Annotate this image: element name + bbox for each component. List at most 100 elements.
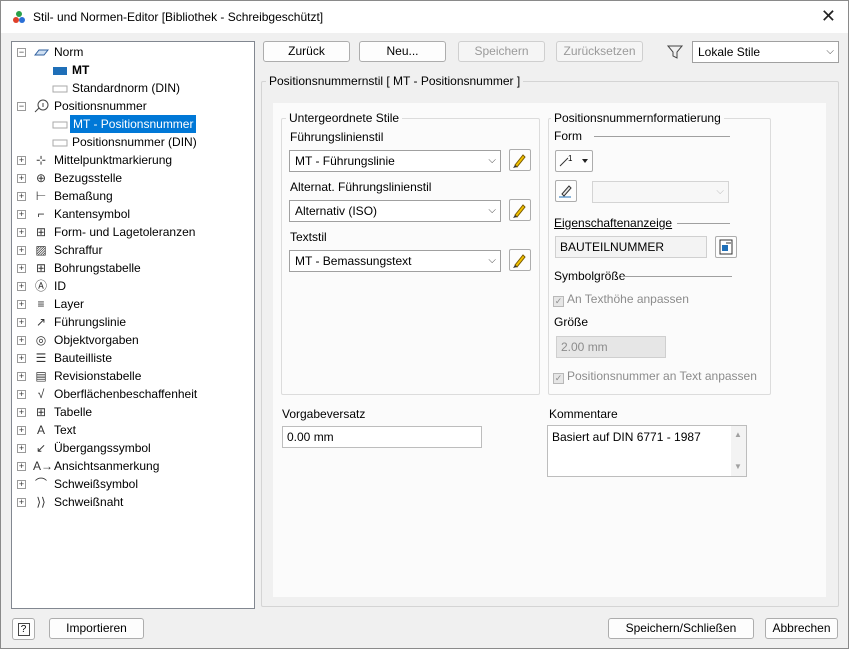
expand-icon[interactable]: + [17,264,26,273]
shape-option-select[interactable]: ⌵ [592,181,729,203]
edit-shape-button[interactable] [555,180,577,202]
expand-icon[interactable]: + [17,174,26,183]
tree-item-positionsnummer[interactable]: Positionsnummer [54,97,147,115]
tree-item[interactable]: Führungslinie [54,313,126,331]
svg-text:1: 1 [568,154,573,163]
tree-item[interactable]: Schraffur [54,241,102,259]
tree-item[interactable]: Mittelpunktmarkierung [54,151,172,169]
tree-item[interactable]: Oberflächenbeschaffenheit [54,385,197,403]
hole-table-icon: ⊞ [35,261,47,275]
comments-value: Basiert auf DIN 6771 - 1987 [552,430,701,444]
reset-button[interactable]: Zurücksetzen [556,41,643,62]
expand-icon[interactable]: + [17,390,26,399]
expand-icon[interactable]: + [17,282,26,291]
fit-to-text-checkbox[interactable]: ✓ Positionsnummer an Text anpassen [553,369,757,384]
offset-field[interactable]: 0.00 mm [282,426,482,448]
help-button[interactable]: ? [12,618,35,640]
filter-value: Lokale Stile [698,45,761,59]
tree-item[interactable]: Tabelle [54,403,92,421]
back-button[interactable]: Zurück [263,41,350,62]
expand-icon[interactable]: + [17,228,26,237]
tree-item[interactable]: Bezugsstelle [54,169,122,187]
tree-item[interactable]: Ansichtsanmerkung [54,457,159,475]
new-button[interactable]: Neu... [359,41,446,62]
close-icon[interactable]: ✕ [821,6,836,27]
property-picker-icon [719,239,733,255]
expand-icon[interactable]: + [17,462,26,471]
tree-item[interactable]: Revisionstabelle [54,367,141,385]
alt-leader-style-select[interactable]: Alternativ (ISO) ⌵ [289,200,501,222]
filter-icon[interactable] [666,43,684,61]
tree-item-norm[interactable]: Norm [54,43,83,61]
chevron-down-icon: ⌵ [488,255,496,266]
expand-icon[interactable]: + [17,318,26,327]
pencil-icon [559,185,572,198]
style-tree[interactable]: − Norm MT Standardnorm (DIN) − Positions… [11,41,255,609]
expand-icon[interactable]: + [17,372,26,381]
chevron-down-icon: ⌵ [826,46,834,57]
form-shape-dropdown[interactable]: 1 [555,150,593,172]
edit-alt-leader-style-button[interactable] [509,199,531,221]
expand-icon[interactable]: + [17,210,26,219]
edit-text-style-button[interactable] [509,249,531,271]
surface-texture-icon: √ [37,387,45,401]
expand-icon[interactable]: + [17,444,26,453]
view-annotation-icon: A→ [33,459,54,473]
expand-icon[interactable]: + [17,480,26,489]
edit-leader-style-button[interactable] [509,149,531,171]
scroll-up-icon[interactable]: ▲ [734,430,742,439]
props-display-button[interactable] [715,236,737,258]
tree-item[interactable]: Objektvorgaben [54,331,139,349]
tree-item[interactable]: Übergangssymbol [54,439,151,457]
tree-item-positionsnummer-din[interactable]: Positionsnummer (DIN) [72,133,197,151]
size-field[interactable]: 2.00 mm [556,336,666,358]
expand-icon[interactable]: + [17,156,26,165]
expand-icon[interactable]: + [17,408,26,417]
chevron-down-icon: ⌵ [716,186,724,197]
leader-style-select[interactable]: MT - Führungslinie ⌵ [289,150,501,172]
tree-item[interactable]: Text [54,421,76,439]
save-button[interactable]: Speichern [458,41,545,62]
text-style-select[interactable]: MT - Bemassungstext ⌵ [289,250,501,272]
expand-icon[interactable]: + [17,300,26,309]
tree-item[interactable]: Kantensymbol [54,205,130,223]
fit-to-text-label: Positionsnummer an Text anpassen [567,369,757,383]
expand-icon[interactable]: + [17,246,26,255]
tree-item[interactable]: Schweißsymbol [54,475,138,493]
tree-item[interactable]: Bauteilliste [54,349,112,367]
tree-item[interactable]: Schweißnaht [54,493,123,511]
symbol-size-label: Symbolgröße [554,269,626,283]
comments-field[interactable]: Basiert auf DIN 6771 - 1987 [547,425,747,477]
pencil-icon [513,154,526,168]
scroll-down-icon[interactable]: ▼ [734,462,742,471]
expand-icon[interactable]: + [17,336,26,345]
chevron-down-icon: ⌵ [488,155,496,166]
props-display-field[interactable]: BAUTEILNUMMER [555,236,707,258]
centermark-icon: ⊹ [35,153,47,167]
collapse-icon[interactable]: − [17,102,26,111]
comments-scrollbar[interactable]: ▲ ▼ [731,426,746,476]
tree-item-standardnorm[interactable]: Standardnorm (DIN) [72,79,180,97]
fit-text-height-checkbox[interactable]: ✓ An Texthöhe anpassen [553,292,689,307]
expand-icon[interactable]: + [17,426,26,435]
leader-icon: ↗ [35,315,47,329]
window-title: Stil- und Normen-Editor [Bibliothek - Sc… [33,10,324,24]
tree-item[interactable]: Layer [54,295,84,313]
expand-icon[interactable]: + [17,498,26,507]
expand-icon[interactable]: + [17,354,26,363]
tree-item[interactable]: Bemaßung [54,187,113,205]
leader-style-value: MT - Führungslinie [295,154,395,168]
tree-item[interactable]: Form- und Lagetoleranzen [54,223,195,241]
tree-item[interactable]: ID [54,277,66,295]
tree-item-mt-positionsnummer[interactable]: MT - Positionsnummer [70,115,197,133]
filter-select[interactable]: Lokale Stile ⌵ [692,41,839,63]
tree-item-mt[interactable]: MT [72,61,89,79]
save-close-button[interactable]: Speichern/Schließen [608,618,754,639]
import-button[interactable]: Importieren [49,618,144,639]
checkbox-check-icon: ✓ [553,296,564,307]
tree-item[interactable]: Bohrungstabelle [54,259,141,277]
collapse-icon[interactable]: − [17,48,26,57]
expand-icon[interactable]: + [17,192,26,201]
cancel-button[interactable]: Abbrechen [765,618,838,639]
help-icon: ? [17,623,30,636]
